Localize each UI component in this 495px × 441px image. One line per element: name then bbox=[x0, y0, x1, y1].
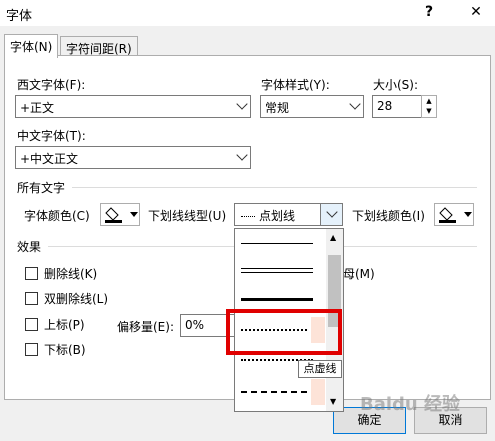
title-bar: 字体 ? ✕ bbox=[0, 0, 495, 26]
close-button[interactable]: ✕ bbox=[466, 2, 486, 22]
chevron-down-icon[interactable] bbox=[232, 96, 250, 117]
strikethrough-checkbox[interactable] bbox=[25, 267, 38, 280]
chevron-down-icon[interactable] bbox=[345, 96, 363, 117]
double-strikethrough-label: 双删除线(L) bbox=[44, 292, 109, 306]
double-strikethrough-checkbox[interactable] bbox=[25, 292, 38, 305]
font-style-label: 字体样式(Y): bbox=[261, 78, 330, 92]
underline-type-label: 下划线线型(U) bbox=[148, 209, 227, 223]
chinese-font-combo[interactable]: +中文正文 bbox=[15, 146, 251, 169]
font-style-value: 常规 bbox=[265, 101, 290, 115]
help-button[interactable]: ? bbox=[419, 2, 439, 22]
watermark: Baidu 经验 bbox=[360, 394, 461, 415]
chevron-down-icon[interactable] bbox=[320, 204, 342, 225]
offset-label: 偏移量(E): bbox=[117, 320, 174, 334]
western-font-value: +正文 bbox=[20, 101, 55, 115]
superscript-checkbox[interactable] bbox=[25, 318, 38, 331]
underline-option-single[interactable] bbox=[237, 231, 325, 257]
scroll-up-icon[interactable]: ▲ bbox=[330, 233, 336, 242]
strikethrough-label: 删除线(K) bbox=[44, 267, 98, 281]
paint-bucket-icon bbox=[439, 207, 472, 223]
effects-section-label: 效果 bbox=[17, 240, 42, 254]
chevron-down-icon[interactable] bbox=[232, 147, 250, 168]
font-size-label: 大小(S): bbox=[373, 78, 419, 92]
font-color-picker[interactable] bbox=[100, 203, 140, 226]
chinese-font-value: +中文正文 bbox=[20, 152, 79, 166]
chinese-font-label: 中文字体(T): bbox=[17, 129, 86, 143]
underline-color-label: 下划线颜色(I) bbox=[352, 209, 425, 223]
superscript-label: 上标(P) bbox=[44, 318, 85, 332]
underline-type-combo[interactable]: 点划线 bbox=[234, 203, 343, 226]
underline-option-double[interactable] bbox=[237, 259, 325, 285]
underline-option-dashed[interactable] bbox=[237, 379, 325, 405]
font-size-input[interactable]: 28 bbox=[372, 95, 422, 118]
font-size-value: 28 bbox=[377, 99, 393, 113]
tab-font[interactable]: 字体(N) bbox=[4, 34, 59, 58]
spin-down-icon[interactable]: ▼ bbox=[422, 106, 436, 116]
section-divider bbox=[72, 187, 477, 188]
scroll-down-icon[interactable]: ▼ bbox=[330, 397, 336, 406]
paint-bucket-icon bbox=[105, 207, 138, 223]
all-text-section-label: 所有文字 bbox=[17, 181, 66, 195]
spin-up-icon[interactable]: ▲ bbox=[422, 96, 436, 106]
tab-character-spacing[interactable]: 字符间距(R) bbox=[60, 36, 138, 57]
underline-color-picker[interactable] bbox=[434, 203, 474, 226]
offset-value: 0% bbox=[185, 318, 205, 332]
highlight-box bbox=[226, 309, 342, 355]
font-size-spinner[interactable]: ▲ ▼ bbox=[421, 95, 437, 118]
underline-type-value: 点划线 bbox=[241, 207, 295, 224]
font-color-label: 字体颜色(C) bbox=[24, 209, 90, 223]
western-font-label: 西文字体(F): bbox=[17, 78, 86, 92]
font-style-combo[interactable]: 常规 bbox=[260, 95, 364, 118]
smallcaps-label: 母(M) bbox=[343, 267, 375, 281]
western-font-combo[interactable]: +正文 bbox=[15, 95, 251, 118]
window-title: 字体 bbox=[6, 9, 33, 24]
subscript-label: 下标(B) bbox=[44, 343, 86, 357]
tab-strip: 字体(N) 字符间距(R) bbox=[0, 26, 495, 58]
tooltip: 点虚线 bbox=[298, 360, 342, 378]
subscript-checkbox[interactable] bbox=[25, 343, 38, 356]
